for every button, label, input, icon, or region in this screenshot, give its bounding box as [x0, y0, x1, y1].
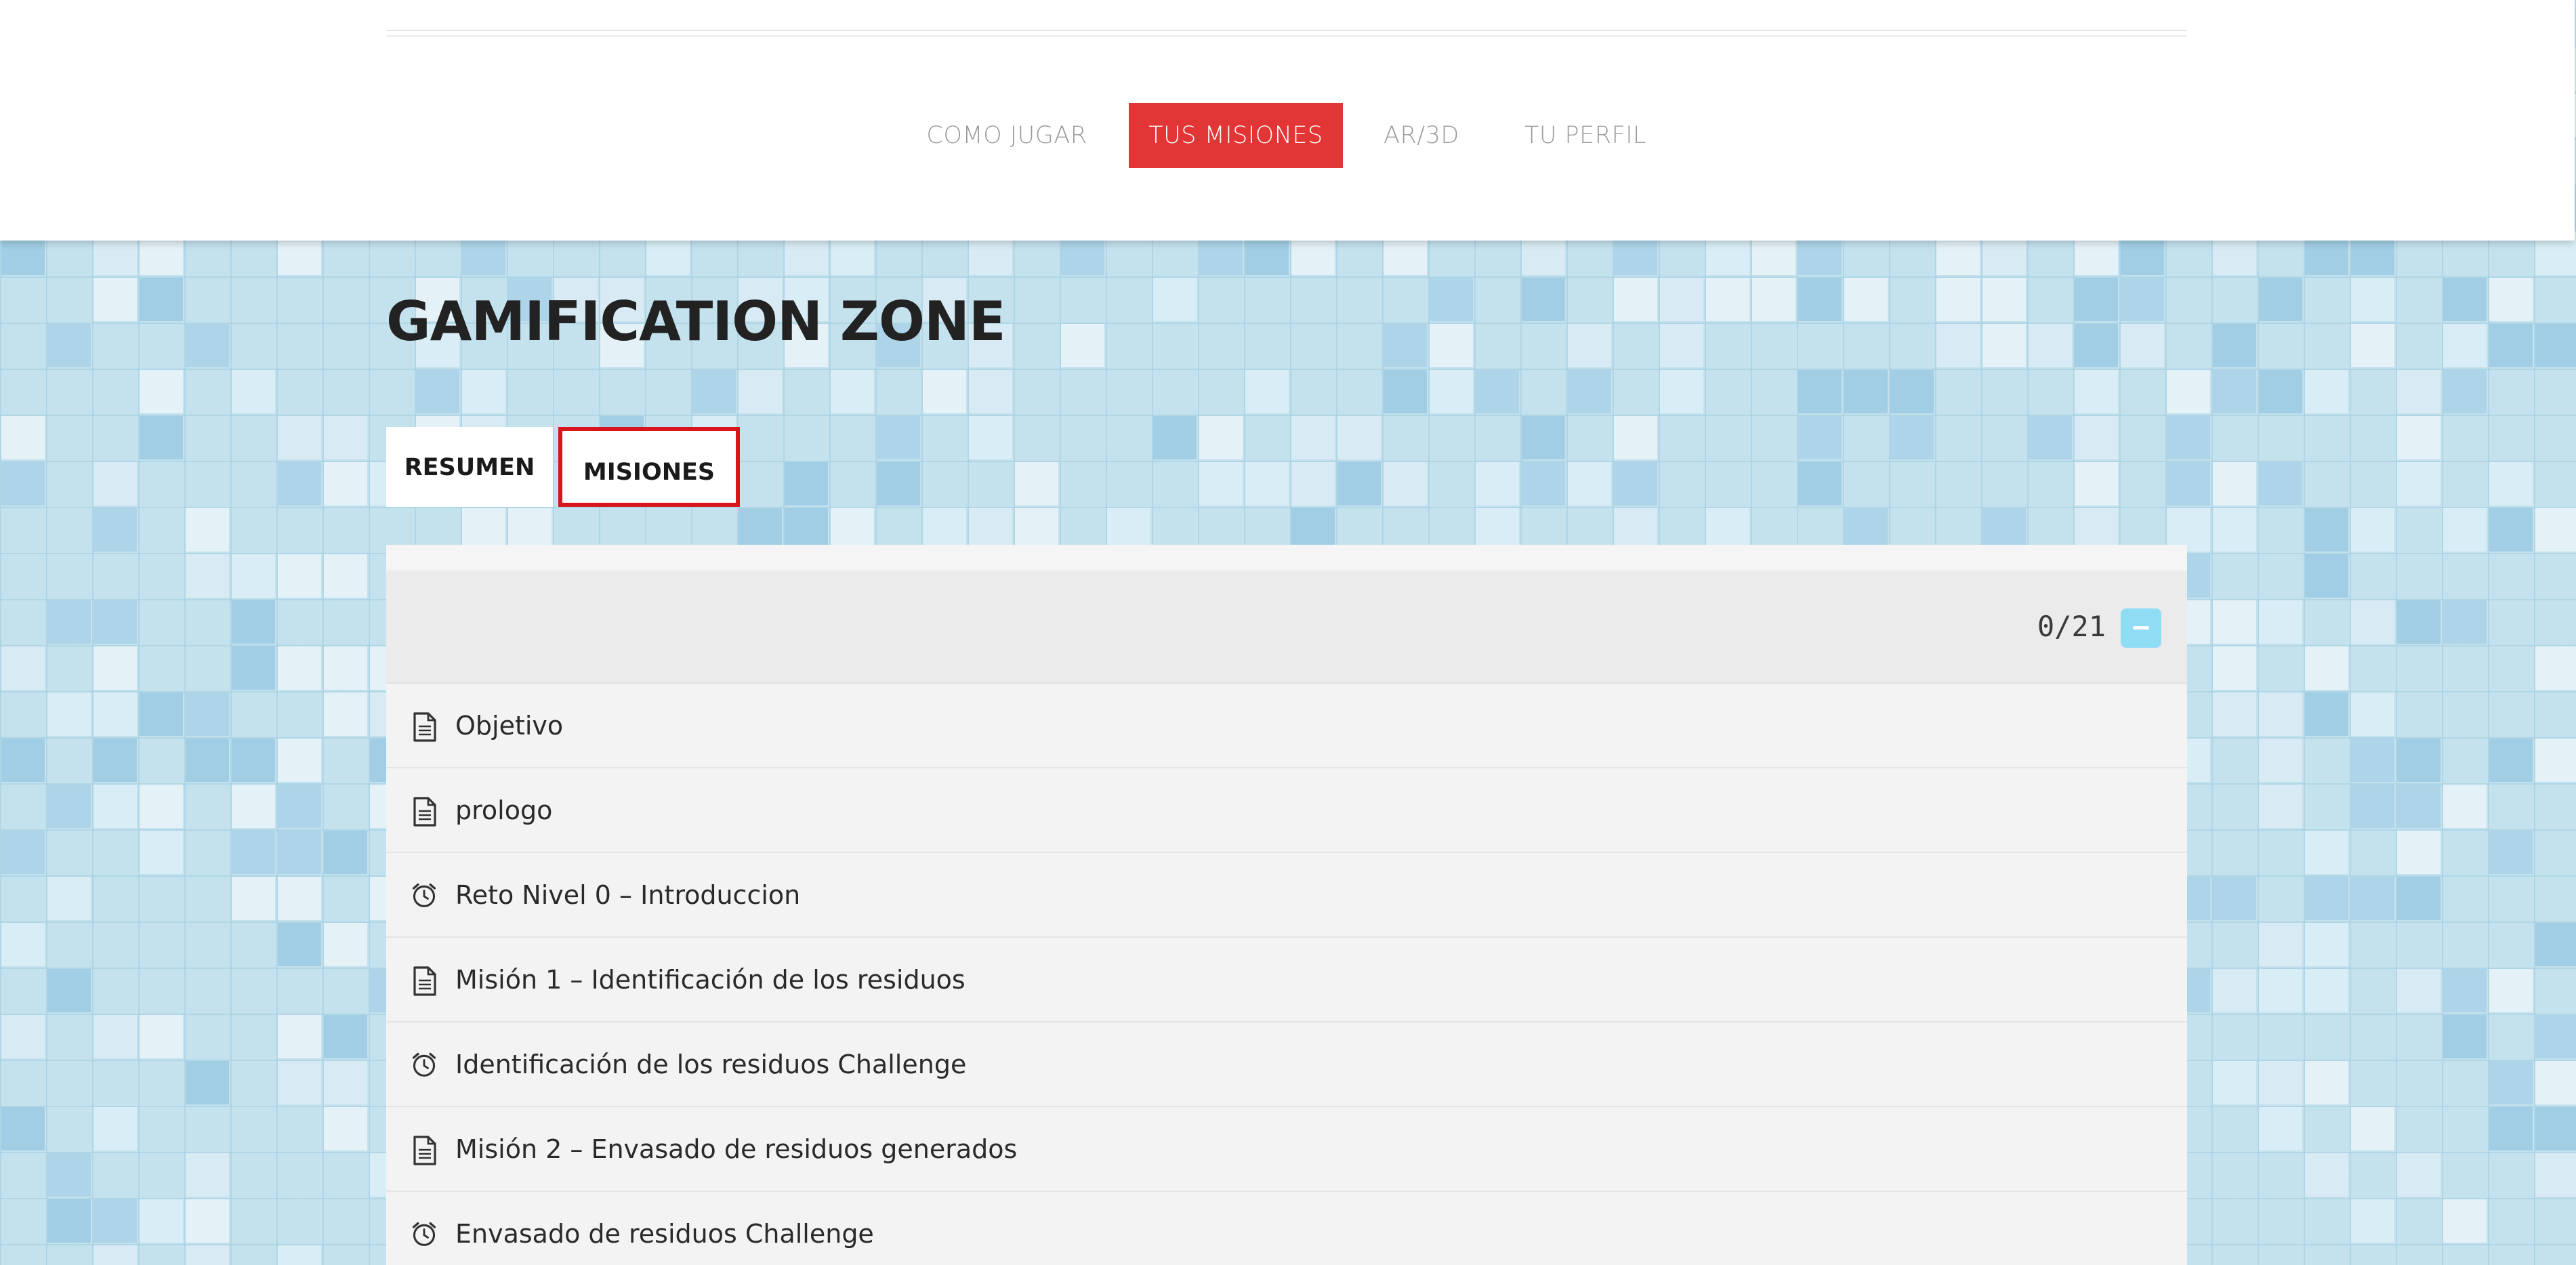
main-nav: COMO JUGAR TUS MISIONES AR/3D TU PERFIL	[0, 103, 2576, 168]
mission-label: prologo	[455, 795, 553, 825]
document-icon	[411, 966, 438, 996]
tab-resumen[interactable]: RESUMEN	[386, 427, 553, 507]
nav-item-como-jugar[interactable]: COMO JUGAR	[915, 103, 1099, 168]
missions-panel: 0/21 − Objetivo prologo Reto Nivel 0 – Int…	[386, 545, 2187, 1265]
mission-row[interactable]: Misión 2 – Envasado de residuos generado…	[386, 1107, 2187, 1192]
alarm-clock-icon	[411, 1051, 438, 1081]
document-icon	[411, 712, 438, 742]
tab-misiones[interactable]: MISIONES	[558, 427, 740, 507]
alarm-clock-icon	[411, 882, 438, 911]
mission-label: Objetivo	[455, 711, 564, 741]
panel-top-strip	[386, 545, 2187, 571]
alarm-clock-icon	[411, 1220, 438, 1250]
nav-item-tu-perfil[interactable]: TU PERFIL	[1504, 103, 1667, 168]
header-divider	[386, 30, 2187, 37]
progress-counter: 0/21	[2037, 610, 2106, 643]
mission-label: Misión 2 – Envasado de residuos generado…	[455, 1134, 1018, 1164]
mission-row[interactable]: Envasado de residuos Challenge	[386, 1192, 2187, 1265]
mission-label: Identificación de los residuos Challenge	[455, 1050, 967, 1079]
mission-label: Reto Nivel 0 – Introduccion	[455, 880, 801, 910]
mission-row[interactable]: Objetivo	[386, 684, 2187, 768]
mission-label: Envasado de residuos Challenge	[455, 1219, 874, 1249]
page-title: GAMIFICATION ZONE	[386, 290, 1006, 353]
collapse-button[interactable]: −	[2121, 608, 2161, 648]
mission-row[interactable]: prologo	[386, 768, 2187, 853]
mission-label: Misión 1 – Identificación de los residuo…	[455, 965, 965, 995]
document-icon	[411, 1136, 438, 1165]
nav-item-tus-misiones[interactable]: TUS MISIONES	[1129, 103, 1343, 168]
mission-row[interactable]: Reto Nivel 0 – Introduccion	[386, 853, 2187, 938]
missions-list: Objetivo prologo Reto Nivel 0 – Introducci…	[386, 684, 2187, 1265]
mission-row[interactable]: Misión 1 – Identificación de los residuo…	[386, 938, 2187, 1022]
site-header: COMO JUGAR TUS MISIONES AR/3D TU PERFIL	[0, 0, 2575, 241]
nav-item-ar-3d[interactable]: AR/3D	[1373, 103, 1470, 168]
missions-header: 0/21 −	[386, 571, 2187, 684]
document-icon	[411, 797, 438, 827]
mission-row[interactable]: Identificación de los residuos Challenge	[386, 1022, 2187, 1107]
